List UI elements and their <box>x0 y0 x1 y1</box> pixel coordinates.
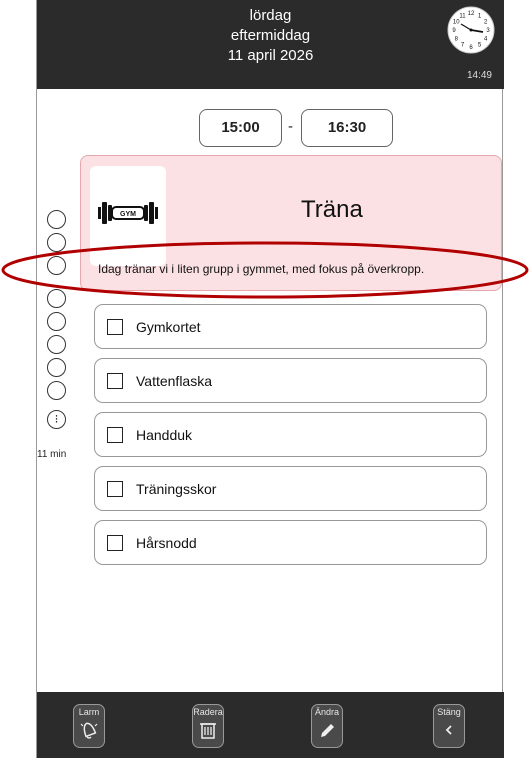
checklist-item-label: Hårsnodd <box>136 535 197 551</box>
checklist-item-label: Gymkortet <box>136 319 201 335</box>
analog-clock-icon: 12 1234567891011 <box>447 6 495 54</box>
close-button-label: Stäng <box>437 707 461 717</box>
checklist-item-label: Träningsskor <box>136 481 217 497</box>
checklist-item-label: Handduk <box>136 427 193 443</box>
edit-button[interactable]: Ändra <box>311 704 343 748</box>
edit-button-label: Ändra <box>314 707 340 717</box>
activity-title: Träna <box>301 196 363 223</box>
clock-numeral: 10 <box>453 20 460 26</box>
trash-icon <box>200 723 216 739</box>
progress-step <box>47 233 66 252</box>
time-range: 15:00 - 16:30 <box>37 109 504 147</box>
checklist-item[interactable]: Träningsskor <box>94 466 487 511</box>
progress-step <box>47 289 66 308</box>
start-time-field[interactable]: 15:00 <box>199 109 282 147</box>
clock-numeral: 11 <box>459 13 466 19</box>
bottom-toolbar: Larm Radera Ändra Stäng <box>37 692 504 758</box>
progress-step <box>47 381 66 400</box>
bell-icon <box>80 722 98 739</box>
clock-numeral: 12 <box>468 11 475 17</box>
day-label: lördag <box>249 7 292 24</box>
end-time-field[interactable]: 16:30 <box>301 109 393 147</box>
activity-image: GYM <box>90 166 166 266</box>
app-screen: lördag eftermiddag 11 april 2026 12 1 2 3 4 5… <box>36 0 504 758</box>
checklist-item[interactable]: Hårsnodd <box>94 520 487 565</box>
time-separator: - <box>288 118 293 135</box>
checkbox[interactable] <box>107 319 123 335</box>
checkbox[interactable] <box>107 535 123 551</box>
date-label: 11 april 2026 <box>227 47 314 64</box>
progress-step <box>47 312 66 331</box>
pencil-icon <box>321 724 334 737</box>
delete-button[interactable]: Radera <box>192 704 224 748</box>
more-steps-icon[interactable]: ⁝ <box>47 410 66 429</box>
close-button[interactable]: Stäng <box>433 704 465 748</box>
delete-button-label: Radera <box>193 707 223 717</box>
remaining-time-label: 11 min <box>37 449 67 460</box>
digital-time: 14:49 <box>466 70 492 81</box>
svg-text:GYM: GYM <box>120 211 136 218</box>
progress-step <box>47 210 66 229</box>
checklist-item[interactable]: Handduk <box>94 412 487 457</box>
checklist-item[interactable]: Gymkortet <box>94 304 487 349</box>
alarm-button-label: Larm <box>78 707 100 717</box>
alarm-button[interactable]: Larm <box>73 704 105 748</box>
header: lördag eftermiddag 11 april 2026 12 1 2 3 4 5… <box>37 0 504 89</box>
part-of-day-label: eftermiddag <box>230 27 311 44</box>
checkbox[interactable] <box>107 373 123 389</box>
checklist-item-label: Vattenflaska <box>136 373 213 389</box>
activity-description: Idag tränar vi i liten grupp i gymmet, m… <box>98 262 425 276</box>
checkbox[interactable] <box>107 481 123 497</box>
checkbox[interactable] <box>107 427 123 443</box>
dumbbell-icon: GYM <box>98 202 158 224</box>
progress-step <box>47 335 66 354</box>
progress-step <box>47 256 66 275</box>
chevron-left-icon <box>445 725 452 735</box>
activity-card[interactable]: GYM Träna Idag tränar vi i liten grupp i… <box>80 155 502 291</box>
checklist-item[interactable]: Vattenflaska <box>94 358 487 403</box>
progress-step <box>47 358 66 377</box>
